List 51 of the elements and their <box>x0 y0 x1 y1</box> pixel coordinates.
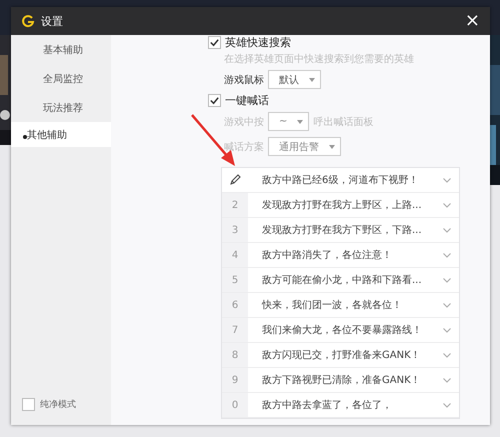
field-label: 喊话方案 <box>224 140 264 154</box>
phrase-row[interactable]: 7 我们来偷大龙，各位不要暴露路线！ <box>222 318 459 343</box>
checkbox-label: 英雄快速搜索 <box>225 35 291 50</box>
phrase-row[interactable]: 5 敌方可能在偷小龙，中路和下路看... <box>222 268 459 293</box>
sidebar-item[interactable]: 基本辅助 <box>11 35 111 64</box>
window-title: 设置 <box>41 14 64 28</box>
phrase-row[interactable]: 6 快来，我们团一波，各就各位！ <box>222 293 459 318</box>
phrase-text: 敌方中路去拿蓝了，各位了， <box>261 398 393 412</box>
field-label: 游戏中按 <box>224 116 264 128</box>
checkbox-label: 纯净模式 <box>40 398 76 411</box>
row-number: 6 <box>222 293 248 317</box>
phrase-text: 敌方可能在偷小龙，中路和下路看... <box>261 274 423 287</box>
row-number: 7 <box>222 318 248 342</box>
row-number: 4 <box>222 243 248 267</box>
checkbox[interactable] <box>208 36 221 49</box>
phrase-row[interactable]: 3 发现敌方打野在我方下野区，下路... <box>222 218 459 243</box>
field-label: 呼出喊话面板 <box>313 116 374 128</box>
row-number: 0 <box>222 393 248 417</box>
checkbox-label: 一键喊话 <box>225 93 269 108</box>
caret-icon <box>329 144 335 148</box>
phrase-row[interactable]: 2 发现敌方打野在我方上野区，上路... <box>222 193 459 218</box>
caret-icon <box>297 120 304 124</box>
dropdown[interactable]: 默认 <box>268 70 321 89</box>
checkbox[interactable] <box>22 398 35 411</box>
sidebar-item[interactable]: 全局监控 <box>11 64 111 93</box>
phrase-text: 发现敌方打野在我方上野区，上路... <box>261 198 423 212</box>
row-number: 9 <box>222 368 248 392</box>
phrase-row[interactable]: 9 敌方下路视野已清除，准备GANK！ <box>222 368 459 393</box>
row-number: 2 <box>222 193 248 217</box>
phrase-text: 发现敌方打野在我方下野区，下路... <box>261 224 423 237</box>
phrase-text: 敌方中路消失了，各位注意！ <box>261 248 393 262</box>
phrase-row[interactable]: 8 敌方闪现已交，打野准备来GANK！ <box>222 343 459 368</box>
phrase-row[interactable]: 4 敌方中路消失了，各位注意！ <box>222 243 459 268</box>
phrase-text: 敌方下路视野已清除，准备GANK！ <box>261 374 422 387</box>
phrase-text: 我们来偷大龙，各位不要暴露路线！ <box>261 324 423 337</box>
caret-icon <box>309 78 315 82</box>
row-number: 3 <box>222 218 248 242</box>
row-number: 8 <box>222 343 248 367</box>
logo-icon <box>21 14 35 28</box>
hint-text: 在选择英雄页面中快速搜索到您需要的英雄 <box>224 52 414 66</box>
field-label: 游戏鼠标 <box>224 74 264 86</box>
sidebar-item[interactable]: 玩法推荐 <box>11 93 111 122</box>
phrase-text: 快来，我们团一波，各就各位！ <box>260 298 403 312</box>
phrase-row[interactable]: 敌方中路已经6级，河道布下视野！ <box>222 168 459 193</box>
checkbox[interactable] <box>208 94 221 107</box>
row-number: 5 <box>222 268 248 292</box>
sidebar-item[interactable]: 其他辅助 <box>11 122 111 147</box>
phrase-text: 敌方闪现已交，打野准备来GANK！ <box>261 348 422 362</box>
phrase-text: 敌方中路已经6级，河道布下视野！ <box>261 174 420 187</box>
close-button[interactable]: × <box>462 12 482 30</box>
phrase-row[interactable]: 0 敌方中路去拿蓝了，各位了， <box>222 393 459 418</box>
